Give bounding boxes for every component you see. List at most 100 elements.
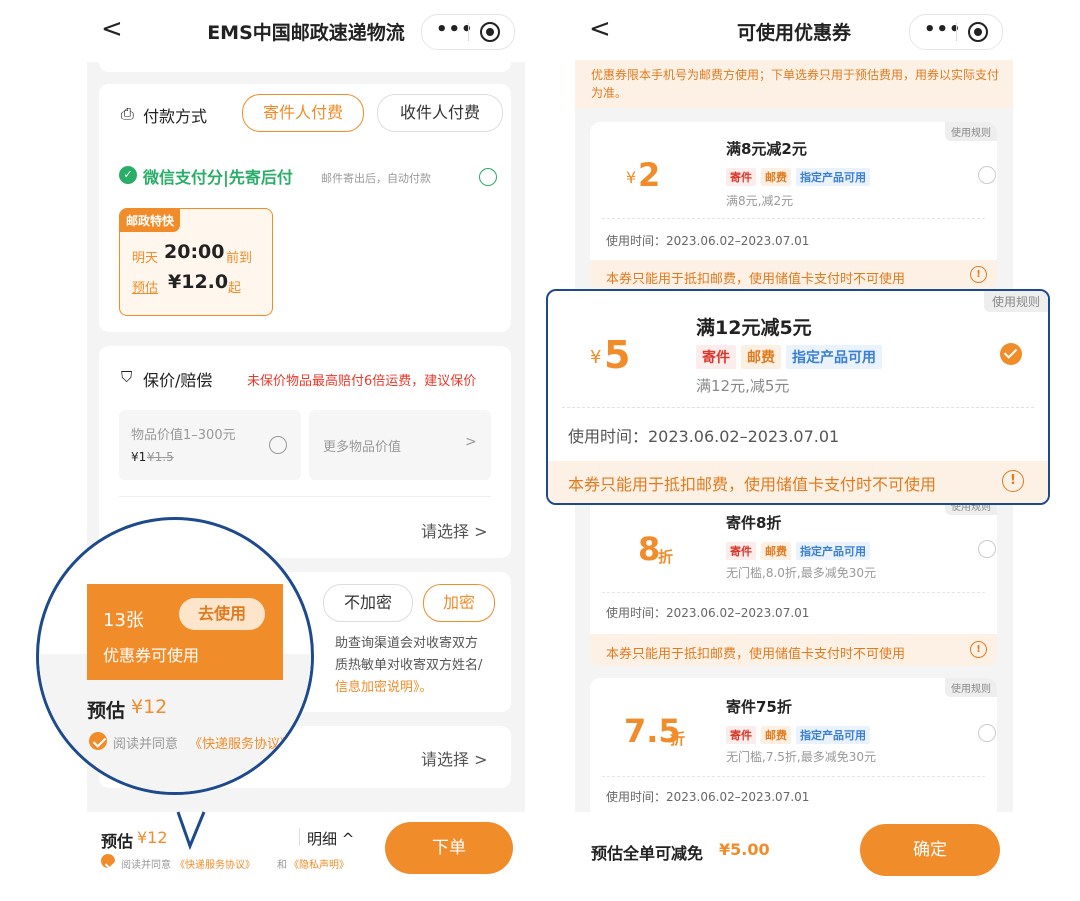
coupon-notice-text: 优惠券限本手机号为邮费方使用；下单选券只用于预估费用，用券以实际支付为准。 <box>591 68 1000 100</box>
insurance-label: 保价/赔偿 <box>143 371 213 390</box>
coupon-available-text: 优惠券可使用 <box>103 646 200 665</box>
option-basic-radio[interactable] <box>269 436 287 454</box>
coupon-card[interactable]: 使用规则 7.5 折 寄件75折 寄件 邮费 指定产品可用 无门槛,7.5折,最多减… <box>590 678 997 818</box>
shield-icon: ⛉ <box>121 368 133 386</box>
wechat-pay-label: 微信支付分|先寄后付 <box>143 168 293 187</box>
option-basic-label: 物品价值1–300元 <box>131 428 236 443</box>
zoom-estimate-price: ¥12 <box>131 696 168 718</box>
coupon-time: 使用时间：2023.06.02–2023.07.01 <box>606 234 810 248</box>
coupon-desc: 无门槛,8.0折,最多减免30元 <box>726 566 876 580</box>
coupon-divider <box>602 218 985 219</box>
bottom-estimate-price: ¥12 <box>137 828 168 847</box>
coupon-amount: 8 <box>638 530 661 568</box>
coupon-radio[interactable] <box>978 540 996 558</box>
zoom-magnifier: 13张 去使用 优惠券可使用 预估 ¥12 阅读并同意 《快递服务协议》 和 <box>36 517 314 795</box>
close-target-icon[interactable] <box>480 22 500 42</box>
discount-label: 预估全单可减免 <box>591 844 704 863</box>
coupon-card[interactable]: 使用规则 ¥ 2 满8元减2元 寄件 邮费 指定产品可用 满8元,减2元 使用时间：… <box>590 122 997 290</box>
coupon-note-bar: 本券只能用于抵扣邮费，使用储值卡支付时不可使用 ! <box>590 260 997 290</box>
place-order-button[interactable]: 下单 <box>385 822 513 874</box>
use-coupon-button[interactable]: 去使用 <box>179 598 265 630</box>
option-more-label: 更多物品价值 <box>323 440 402 455</box>
coupon-radio[interactable] <box>978 166 996 184</box>
wallet-icon: ⎙ <box>121 104 134 123</box>
selected-coupon-highlight[interactable]: 使用规则 ¥ 5 满12元减5元 寄件 邮费 指定产品可用 满12元,减5元 使用时… <box>546 289 1050 505</box>
coupon-note-bar: 本券只能用于抵扣邮费，使用储值卡支付时不可使用 ! <box>590 634 997 666</box>
coupon-tags: 寄件 邮费 指定产品可用 <box>726 540 875 560</box>
coupon-title: 满12元减5元 <box>696 317 812 339</box>
product-badge: 邮政特快 <box>120 209 181 232</box>
coupon-rule-link[interactable]: 使用规则 <box>983 291 1048 312</box>
coupon-unit: 折 <box>670 730 686 748</box>
warning-icon: ! <box>970 266 987 283</box>
coupon-tags: 寄件 邮费 指定产品可用 <box>696 345 887 369</box>
privacy-policy-link[interactable]: 《隐私声明》 <box>289 856 349 871</box>
coupon-title: 寄件75折 <box>726 698 792 716</box>
coupon-note-bar: 本券只能用于抵扣邮费，使用储值卡支付时不可使用 ! <box>548 461 1048 503</box>
coupon-desc: 满8元,减2元 <box>726 194 794 208</box>
bottom-bar: 预估全单可减免 ¥5.00 确定 <box>575 812 1013 901</box>
delivery-time: 20:00 <box>164 241 225 263</box>
coupon-count: 13张 <box>103 610 144 631</box>
product-express-card[interactable]: 邮政特快 明天 20:00 前到 预估 ¥12.0 起 <box>119 208 273 316</box>
confirm-button[interactable]: 确定 <box>860 824 1000 876</box>
coupon-tag: 指定产品可用 <box>796 168 870 186</box>
close-target-icon[interactable] <box>968 22 988 42</box>
coupon-tag: 邮费 <box>761 542 791 560</box>
coupon-tag: 寄件 <box>726 542 756 560</box>
delivery-day: 明天 <box>132 251 159 266</box>
nav-bar: < 可使用优惠券 ••• <box>575 0 1013 62</box>
sender-pays-button[interactable]: 寄件人付费 <box>242 94 364 132</box>
coupon-divider <box>562 407 1034 408</box>
privacy-text-line-3[interactable]: 信息加密说明》。 <box>335 676 433 695</box>
insurance-option-more[interactable]: 更多物品价值 > <box>309 410 491 480</box>
zoom-agree-text: 阅读并同意 <box>113 737 179 752</box>
agree-text: 阅读并同意 <box>121 860 171 871</box>
wechat-pay-note: 邮件寄出后，自动付款 <box>321 172 431 185</box>
bottom-divider <box>299 828 300 846</box>
payment-card: ⎙ 付款方式 寄件人付费 收件人付费 ✓ 微信支付分|先寄后付 邮件寄出后，自动… <box>99 84 511 332</box>
previous-card <box>99 52 511 72</box>
coupon-time: 使用时间：2023.06.02–2023.07.01 <box>606 606 810 620</box>
coupon-radio[interactable] <box>978 724 996 742</box>
mini-program-capsule: ••• <box>421 14 515 50</box>
mini-program-capsule: ••• <box>909 14 1003 50</box>
coupon-tag: 寄件 <box>726 726 756 744</box>
select-row-1[interactable]: 请选择 > <box>421 518 488 542</box>
agree-check-icon[interactable] <box>101 854 115 868</box>
coupon-title: 寄件8折 <box>726 514 782 532</box>
coupon-rule-link[interactable]: 使用规则 <box>945 122 997 141</box>
coupon-divider <box>602 776 985 777</box>
coupon-rule-link[interactable]: 使用规则 <box>945 678 997 697</box>
zoom-estimate-label: 预估 <box>87 700 126 722</box>
coupon-selected-check-icon[interactable] <box>1000 343 1022 365</box>
service-agreement-link[interactable]: 《快递服务协议》 <box>175 856 255 871</box>
coupon-tags: 寄件 邮费 指定产品可用 <box>726 166 875 186</box>
divider <box>119 496 491 497</box>
no-encrypt-button[interactable]: 不加密 <box>323 584 413 622</box>
coupon-notice-bar: 优惠券限本手机号为邮费方使用；下单选券只用于预估费用，用券以实际支付为准。 <box>575 60 1013 108</box>
coupon-note: 本券只能用于抵扣邮费，使用储值卡支付时不可使用 <box>606 272 906 287</box>
payment-label: 付款方式 <box>143 107 208 126</box>
coupon-amount: 5 <box>604 333 631 377</box>
coupon-card[interactable]: 使用规则 8 折 寄件8折 寄件 邮费 指定产品可用 无门槛,8.0折,最多减免30… <box>590 496 997 666</box>
coupon-unit: 折 <box>658 548 674 566</box>
coupon-tooltip[interactable]: 13张 去使用 优惠券可使用 <box>87 584 283 680</box>
detail-button[interactable]: 明细 ^ <box>307 828 354 849</box>
warning-icon: ! <box>1002 470 1024 492</box>
coupon-desc: 满12元,减5元 <box>696 377 790 395</box>
wechat-pay-radio[interactable] <box>479 168 497 186</box>
coupon-tags: 寄件 邮费 指定产品可用 <box>726 724 875 744</box>
delivery-arrive: 前到 <box>226 251 253 266</box>
zoom-agree-check-icon <box>89 732 107 750</box>
encrypt-button[interactable]: 加密 <box>423 584 495 622</box>
insurance-warning: 未保价物品最高赔付6倍运费，建议保价 <box>247 374 477 389</box>
coupon-tag: 寄件 <box>726 168 756 186</box>
receiver-pays-button[interactable]: 收件人付费 <box>377 94 503 132</box>
privacy-text-line-1: 助查询渠道会对收寄双方 <box>335 636 479 651</box>
insurance-option-basic[interactable]: 物品价值1–300元 ¥1 ¥1.5 <box>119 410 301 480</box>
estimate-label: 预估 <box>132 281 159 296</box>
option-basic-old-price: ¥1.5 <box>147 450 174 464</box>
select-row-2[interactable]: 请选择 > <box>421 746 488 770</box>
coupon-time: 使用时间：2023.06.02–2023.07.01 <box>568 427 840 446</box>
